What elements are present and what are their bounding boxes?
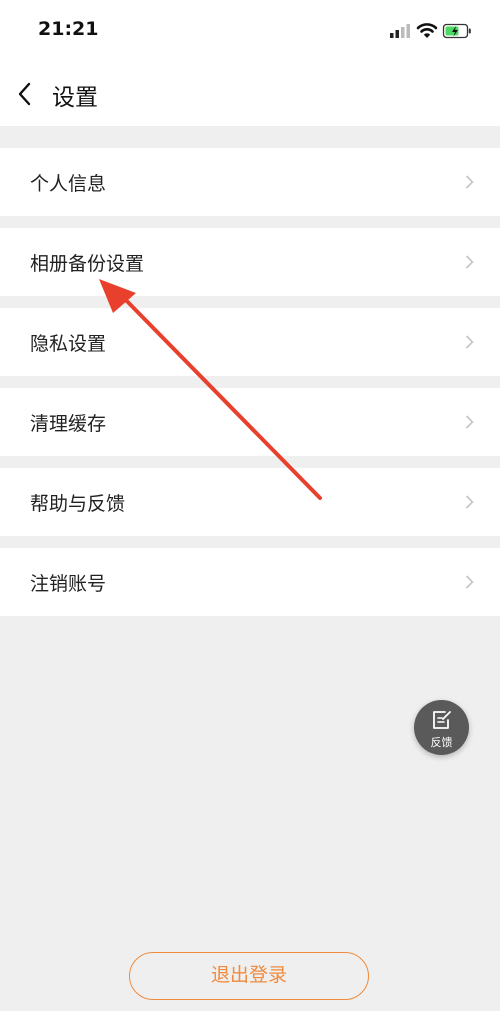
settings-menu: 个人信息 相册备份设置 隐私设置 清理缓存 帮助与反馈 注销账号 — [0, 148, 500, 628]
chevron-right-icon — [465, 495, 474, 509]
feedback-label: 反馈 — [430, 736, 453, 749]
status-icons — [390, 20, 474, 46]
menu-item-label: 个人信息 — [30, 173, 107, 195]
chevron-right-icon — [465, 255, 474, 269]
edit-note-icon — [433, 711, 451, 729]
battery-charging-icon — [442, 23, 471, 39]
menu-item-label: 隐私设置 — [30, 333, 107, 355]
wifi-icon — [416, 23, 438, 38]
chevron-left-icon — [18, 82, 31, 106]
chevron-right-icon — [465, 335, 474, 349]
feedback-button[interactable]: 反馈 — [414, 700, 469, 755]
menu-item-label: 相册备份设置 — [30, 253, 145, 275]
status-icons-svg — [390, 23, 471, 39]
menu-item-personal-info[interactable]: 个人信息 — [0, 148, 500, 216]
menu-item-label: 清理缓存 — [30, 413, 107, 435]
menu-item-privacy[interactable]: 隐私设置 — [0, 308, 500, 376]
menu-item-delete-account[interactable]: 注销账号 — [0, 548, 500, 616]
chevron-right-icon — [465, 175, 474, 189]
menu-item-album-backup[interactable]: 相册备份设置 — [0, 228, 500, 296]
menu-item-label: 注销账号 — [30, 573, 107, 595]
menu-item-label: 帮助与反馈 — [30, 493, 126, 515]
chevron-right-icon — [465, 575, 474, 589]
chevron-right-icon — [465, 415, 474, 429]
menu-item-clear-cache[interactable]: 清理缓存 — [0, 388, 500, 456]
status-time: 21:21 — [38, 18, 99, 40]
menu-item-help-feedback[interactable]: 帮助与反馈 — [0, 468, 500, 536]
logout-button[interactable]: 退出登录 — [129, 952, 369, 1000]
nav-bar: 设置 — [0, 62, 500, 126]
signal-icon — [390, 24, 410, 38]
status-bar: 21:21 — [0, 0, 500, 62]
back-button[interactable] — [14, 80, 38, 108]
page-title: 设置 — [52, 85, 98, 111]
